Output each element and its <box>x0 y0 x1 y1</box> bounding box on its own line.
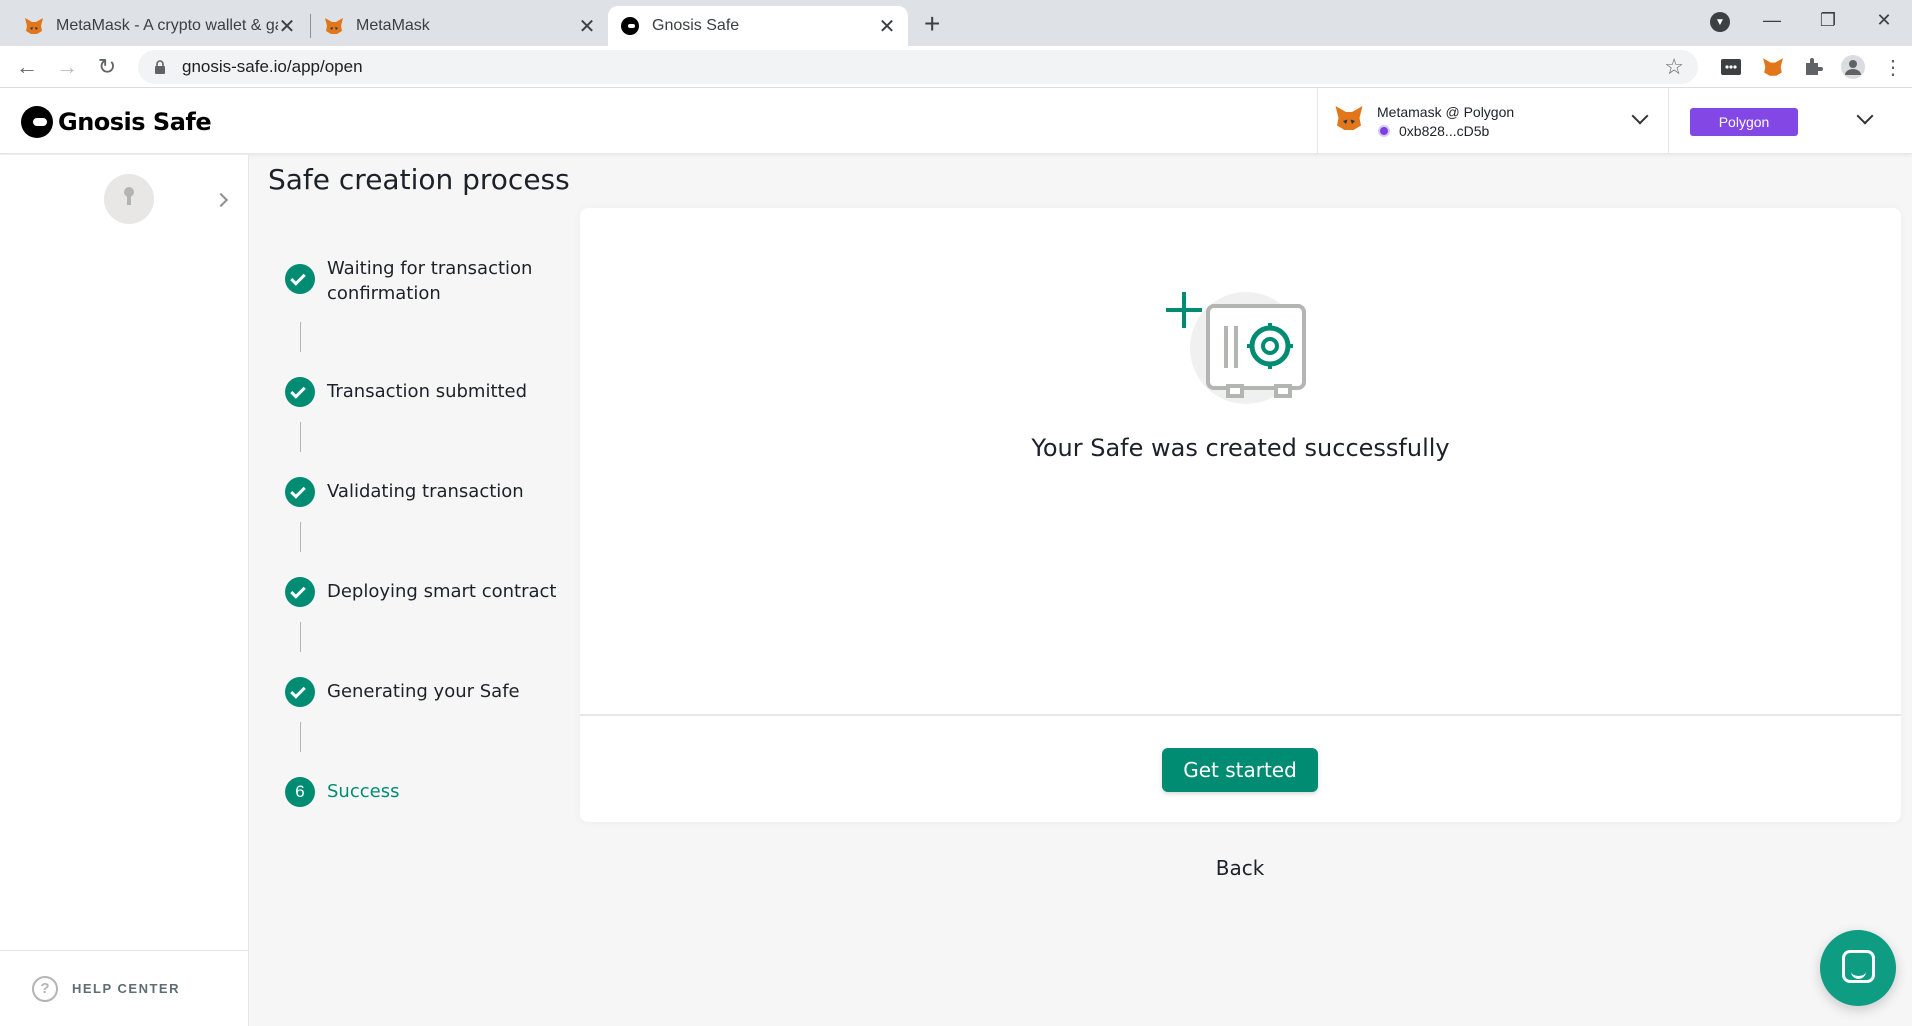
window-controls: — ❐ ✕ <box>1744 0 1912 40</box>
wallet-selector[interactable]: Metamask @ Polygon 0xb828...cD5b <box>1317 88 1669 154</box>
metamask-fox-icon <box>1335 106 1363 130</box>
app-header: Gnosis Safe Metamask @ Polygon 0xb828...… <box>0 88 1912 154</box>
sidebar: ? HELP CENTER <box>0 155 249 1026</box>
extensions-puzzle-icon[interactable] <box>1800 54 1826 80</box>
network-badge: Polygon <box>1690 108 1798 136</box>
step-connector <box>300 422 301 452</box>
metamask-fox-icon <box>325 18 343 34</box>
browser-tabstrip: MetaMask - A crypto wallet & gateway to … <box>0 0 1912 46</box>
chat-bubble-icon <box>1842 950 1875 983</box>
check-circle-icon <box>285 677 315 707</box>
step-connector <box>300 322 301 352</box>
close-tab-icon[interactable]: ✕ <box>878 14 896 39</box>
logo-text: Gnosis Safe <box>58 108 212 136</box>
browser-menu-icon[interactable]: ⋮ <box>1880 54 1906 80</box>
wallet-name: Metamask @ Polygon <box>1377 104 1515 120</box>
back-button[interactable]: Back <box>1180 856 1300 880</box>
tab-title: MetaMask - A crypto wallet & gateway to … <box>56 17 278 34</box>
chevron-down-icon[interactable] <box>1631 107 1649 125</box>
question-icon: ? <box>32 975 58 1002</box>
browser-tab-gnosis-safe[interactable]: Gnosis Safe ✕ <box>608 6 908 46</box>
gnosis-logo-icon <box>21 106 53 138</box>
tab-title: Gnosis Safe <box>652 17 740 34</box>
safe-vault-icon <box>1166 292 1306 404</box>
network-chevron-down-icon[interactable] <box>1856 107 1874 125</box>
check-circle-icon <box>285 477 315 507</box>
step-label: Waiting for transaction confirmation <box>327 258 533 304</box>
help-center-link[interactable]: ? HELP CENTER <box>0 950 249 1026</box>
tab-separator <box>310 14 311 38</box>
success-card: Your Safe was created successfully Get s… <box>580 208 1901 822</box>
wallet-address: 0xb828...cD5b <box>1399 123 1490 139</box>
address-bar[interactable]: gnosis-safe.io/app/open ☆ <box>138 50 1698 84</box>
profile-avatar-icon[interactable] <box>1840 54 1866 80</box>
browser-tab-metamask[interactable]: MetaMask ✕ <box>312 6 608 46</box>
step-label: Transaction submitted <box>327 381 528 402</box>
safe-avatar[interactable] <box>104 174 154 224</box>
check-circle-icon <box>285 264 315 294</box>
close-tab-icon[interactable]: ✕ <box>278 14 296 39</box>
browser-tab-metamask-site[interactable]: MetaMask - A crypto wallet & gateway to … <box>12 6 308 46</box>
support-chat-button[interactable] <box>1820 930 1896 1006</box>
gnosis-safe-icon <box>621 17 639 35</box>
extension-icon[interactable] <box>1718 54 1744 80</box>
step-connector <box>300 522 301 552</box>
keyhole-icon <box>124 187 134 205</box>
tab-title: MetaMask <box>356 17 430 34</box>
step-label: Success <box>327 781 400 802</box>
check-circle-icon <box>285 377 315 407</box>
gnosis-safe-logo[interactable]: Gnosis Safe <box>21 106 212 138</box>
check-circle-icon <box>285 577 315 607</box>
step-connector <box>300 722 301 752</box>
card-divider <box>580 714 1901 716</box>
tab-search-icon[interactable]: ▼ <box>1710 12 1730 32</box>
chevron-right-icon[interactable] <box>213 192 229 208</box>
step-label: Validating transaction <box>327 481 524 502</box>
metamask-fox-icon <box>25 18 43 34</box>
url-text: gnosis-safe.io/app/open <box>182 57 363 76</box>
reload-icon[interactable]: ↻ <box>92 52 122 82</box>
close-window-icon[interactable]: ✕ <box>1856 10 1912 31</box>
browser-toolbar: ← → ↻ gnosis-safe.io/app/open ☆ ⋮ <box>0 46 1912 88</box>
step-number-badge: 6 <box>285 777 315 807</box>
close-tab-icon[interactable]: ✕ <box>578 14 596 39</box>
bookmark-star-icon[interactable]: ☆ <box>1664 54 1684 80</box>
wallet-identicon <box>1378 125 1390 137</box>
help-center-label: HELP CENTER <box>72 981 180 996</box>
step-label: Deploying smart contract <box>327 581 557 602</box>
step-label: Generating your Safe <box>327 681 520 702</box>
metamask-extension-icon[interactable] <box>1760 54 1786 80</box>
forward-arrow-icon[interactable]: → <box>52 52 82 82</box>
page-title: Safe creation process <box>268 163 570 196</box>
new-tab-icon[interactable]: + <box>924 8 940 40</box>
minimize-icon[interactable]: — <box>1744 10 1800 31</box>
success-message: Your Safe was created successfully <box>1031 434 1450 462</box>
restore-icon[interactable]: ❐ <box>1800 10 1856 31</box>
lock-icon <box>155 60 165 74</box>
step-connector <box>300 622 301 652</box>
back-arrow-icon[interactable]: ← <box>12 52 42 82</box>
get-started-button[interactable]: Get started <box>1162 748 1318 792</box>
